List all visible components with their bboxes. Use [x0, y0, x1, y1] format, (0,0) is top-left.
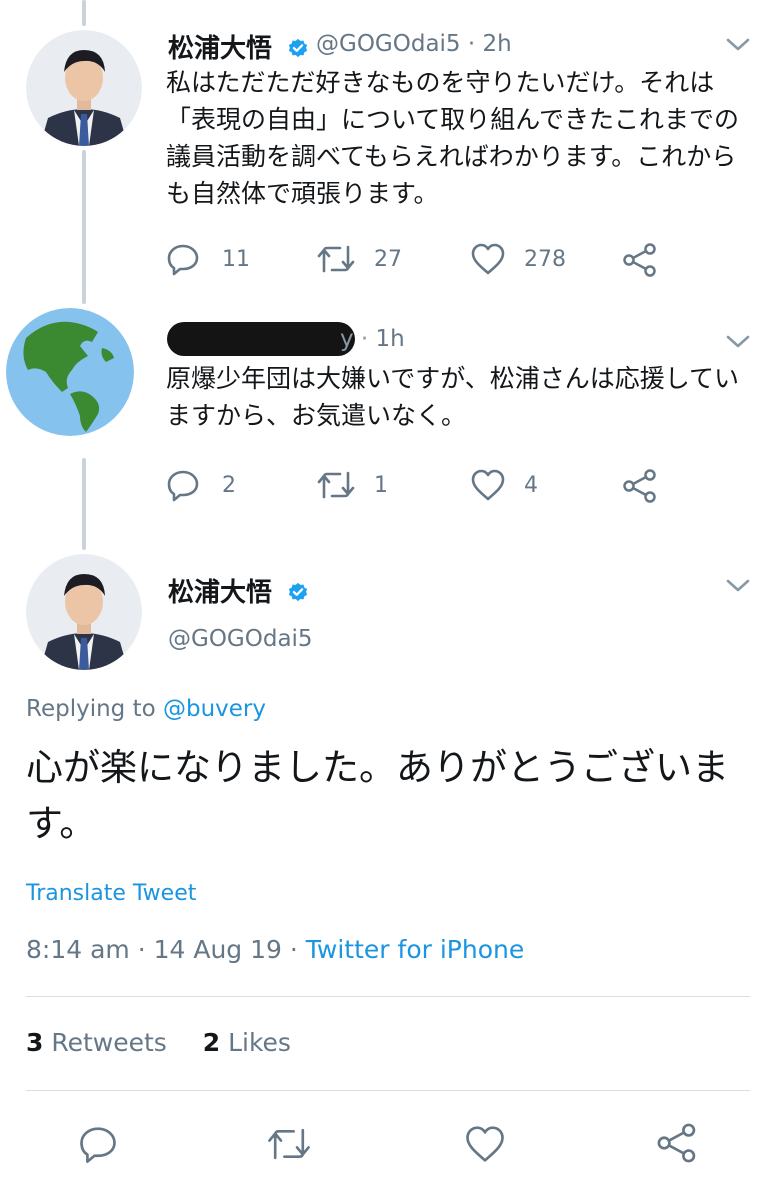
thread-line-bottom [82, 458, 86, 550]
author-handle[interactable]: @GOGOdai5 [168, 626, 313, 652]
divider [26, 996, 750, 997]
author-name[interactable]: 松浦大悟 [168, 572, 309, 609]
reply-icon[interactable] [78, 1124, 118, 1164]
retweet-count: 1 [374, 472, 388, 498]
replying-to-prefix: Replying to [26, 696, 156, 722]
thread-line-top [82, 0, 86, 26]
likes-stat[interactable]: 2 Likes [203, 1028, 291, 1057]
author-handle[interactable]: @GOGOdai5 [316, 31, 461, 57]
verified-badge-icon [288, 38, 308, 58]
separator-dot: y · [340, 326, 376, 352]
retweet-total: 3 [26, 1028, 44, 1057]
verified-badge-icon [288, 582, 308, 602]
tweet-time[interactable]: 1h [376, 326, 405, 352]
separator-dot: · [460, 31, 483, 57]
chevron-down-icon[interactable] [725, 334, 751, 350]
retweet-icon[interactable] [266, 1124, 312, 1164]
retweet-count: 27 [374, 246, 402, 272]
heart-icon [471, 243, 505, 275]
share-button[interactable] [622, 242, 658, 278]
retweet-button[interactable]: 27 [316, 242, 402, 276]
tweet-time[interactable]: 2h [483, 31, 512, 57]
tweet-time-row: y · 1h [340, 326, 405, 352]
reply-icon [167, 244, 199, 276]
replying-to-mention[interactable]: @buvery [163, 696, 266, 722]
author-name[interactable]: 松浦大悟 [168, 28, 309, 65]
heart-icon [471, 469, 505, 501]
like-total: 2 [202, 1028, 221, 1057]
reply-button[interactable]: 2 [166, 468, 236, 502]
retweet-icon [317, 245, 355, 273]
share-icon[interactable] [656, 1122, 698, 1164]
divider [26, 1090, 750, 1091]
avatar-globe[interactable] [6, 308, 134, 436]
reply-icon [167, 470, 199, 502]
share-icon [623, 243, 656, 277]
avatar[interactable] [26, 554, 142, 670]
tweet-text: 私はただただ好きなものを守りたいだけ。それは「表現の自由」について取り組んできた… [166, 68, 740, 208]
chevron-down-icon[interactable] [725, 578, 751, 594]
tweet-meta: 8:14 am · 14 Aug 19 · Twitter for iPhone [26, 935, 524, 964]
like-count: 278 [524, 246, 566, 272]
share-button[interactable] [622, 468, 658, 504]
tweet-text: 原爆少年団は大嫌いですが、松浦さんは応援していますから、お気遣いなく。 [166, 364, 740, 430]
tweet-timestamp: 8:14 am · 14 Aug 19 · [26, 935, 306, 964]
tweet-text: 心が楽になりました。ありがとうございます。 [26, 746, 729, 845]
chevron-down-icon[interactable] [725, 37, 751, 53]
retweets-stat[interactable]: 3 Retweets [26, 1028, 167, 1057]
retweets-label: Retweets [51, 1028, 167, 1057]
heart-icon[interactable] [464, 1124, 506, 1164]
reply-count: 11 [222, 246, 250, 272]
like-count: 4 [524, 472, 538, 498]
share-icon [623, 469, 656, 503]
translate-tweet-link[interactable]: Translate Tweet [26, 881, 196, 906]
author-name-text[interactable]: 松浦大悟 [168, 578, 272, 608]
retweet-button[interactable]: 1 [316, 468, 388, 502]
redacted-author-name [167, 322, 355, 356]
author-handle-time: @GOGOdai5 · 2h [316, 31, 512, 57]
reply-count: 2 [222, 472, 236, 498]
replying-to: Replying to @buvery [26, 696, 266, 722]
like-button[interactable]: 4 [470, 468, 538, 502]
likes-label: Likes [228, 1028, 291, 1057]
tweet-stats: 3 Retweets 2 Likes [26, 1028, 291, 1057]
tweet-source[interactable]: Twitter for iPhone [306, 935, 524, 964]
author-name-text[interactable]: 松浦大悟 [168, 34, 272, 64]
thread-line-middle [82, 150, 86, 304]
like-button[interactable]: 278 [470, 242, 566, 276]
retweet-icon [317, 471, 355, 499]
reply-button[interactable]: 11 [166, 242, 250, 276]
avatar[interactable] [26, 30, 142, 146]
